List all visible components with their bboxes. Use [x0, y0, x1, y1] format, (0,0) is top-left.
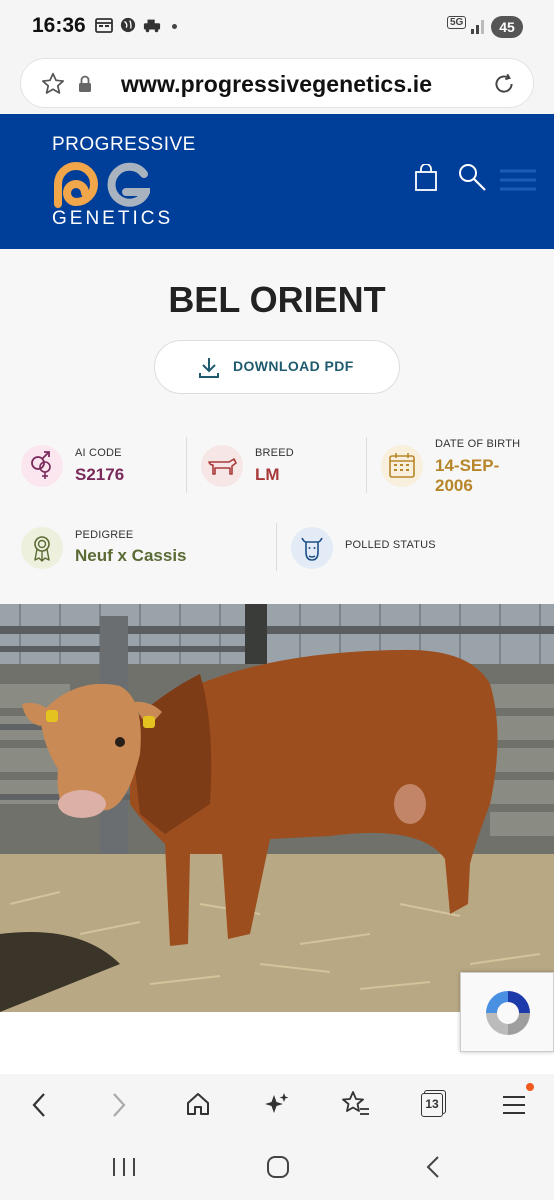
download-icon — [199, 358, 219, 378]
status-time: 16:36 — [32, 14, 86, 37]
pedigree-value: Neuf x Cassis — [75, 546, 187, 565]
polled-status-label: POLLED STATUS — [345, 539, 436, 551]
tabs-button[interactable]: 13 — [421, 1090, 447, 1118]
pedigree-label: PEDIGREE — [75, 529, 134, 541]
cow-head-icon — [291, 527, 333, 569]
ai-code-label: AI CODE — [75, 447, 122, 459]
logo-text-bottom: GENETICS — [52, 208, 174, 229]
dob-value-line2: 2006 — [435, 476, 473, 495]
info-divider — [276, 523, 277, 571]
home-icon[interactable] — [184, 1090, 212, 1118]
download-pdf-button[interactable]: DOWNLOAD PDF — [154, 340, 400, 394]
info-divider — [366, 437, 367, 493]
recaptcha-icon — [486, 991, 530, 1035]
bookmark-star-icon[interactable] — [40, 71, 66, 97]
menu-notification-dot — [526, 1083, 534, 1091]
search-icon[interactable] — [457, 162, 487, 192]
battery-indicator: 45 — [491, 16, 523, 38]
sparkle-ai-icon[interactable] — [262, 1089, 292, 1119]
cow-breed-icon — [201, 445, 243, 487]
url-text[interactable]: www.progressivegenetics.ie — [121, 71, 432, 98]
home-button-icon[interactable] — [265, 1154, 291, 1180]
shopping-bag-icon[interactable] — [414, 164, 438, 192]
signal-icon — [471, 20, 484, 34]
product-details: BEL ORIENT DOWNLOAD PDF AI CODE S2176 BR… — [0, 249, 554, 604]
address-bar[interactable]: www.progressivegenetics.ie — [20, 58, 534, 108]
calendar-notification-icon — [95, 18, 113, 33]
calendar-icon — [381, 445, 423, 487]
bookmarks-icon[interactable] — [340, 1089, 372, 1119]
logo-text-top: PROGRESSIVE — [52, 134, 196, 155]
menu-icon[interactable] — [500, 167, 536, 193]
menu-icon[interactable] — [500, 1092, 528, 1118]
dob-value: 14-SEP- 2006 — [435, 456, 499, 496]
reload-icon[interactable] — [491, 71, 517, 97]
system-navigation-bar — [0, 1136, 554, 1200]
vehicle-notification-icon — [143, 19, 161, 33]
system-back-icon[interactable] — [422, 1155, 444, 1179]
site-logo[interactable]: PROGRESSIVE GENETICS — [0, 114, 195, 249]
breed-label: BREED — [255, 447, 294, 459]
lock-icon — [79, 75, 91, 92]
forward-icon[interactable] — [108, 1091, 130, 1119]
back-icon[interactable] — [28, 1091, 50, 1119]
gender-icon — [21, 445, 63, 487]
bull-photo — [0, 604, 554, 1012]
dob-value-line1: 14-SEP- — [435, 456, 500, 475]
recaptcha-badge[interactable] — [460, 972, 554, 1052]
tab-count: 13 — [421, 1093, 443, 1117]
download-pdf-label: DOWNLOAD PDF — [233, 358, 354, 374]
status-bar: 16:36 5G 45 — [0, 0, 554, 52]
info-divider — [186, 437, 187, 493]
breed-value: LM — [255, 465, 280, 484]
dob-label: DATE OF BIRTH — [435, 438, 521, 450]
network-badge: 5G — [447, 16, 467, 29]
globe-notification-icon — [120, 17, 136, 33]
recent-apps-icon[interactable] — [110, 1156, 138, 1178]
more-notifications-dot — [172, 24, 177, 29]
site-header: PROGRESSIVE GENETICS — [0, 114, 554, 249]
award-ribbon-icon — [21, 527, 63, 569]
product-title: BEL ORIENT — [168, 279, 386, 320]
browser-toolbar: 13 — [0, 1074, 554, 1136]
pg-logo-mark — [54, 162, 150, 208]
ai-code-value: S2176 — [75, 465, 125, 484]
